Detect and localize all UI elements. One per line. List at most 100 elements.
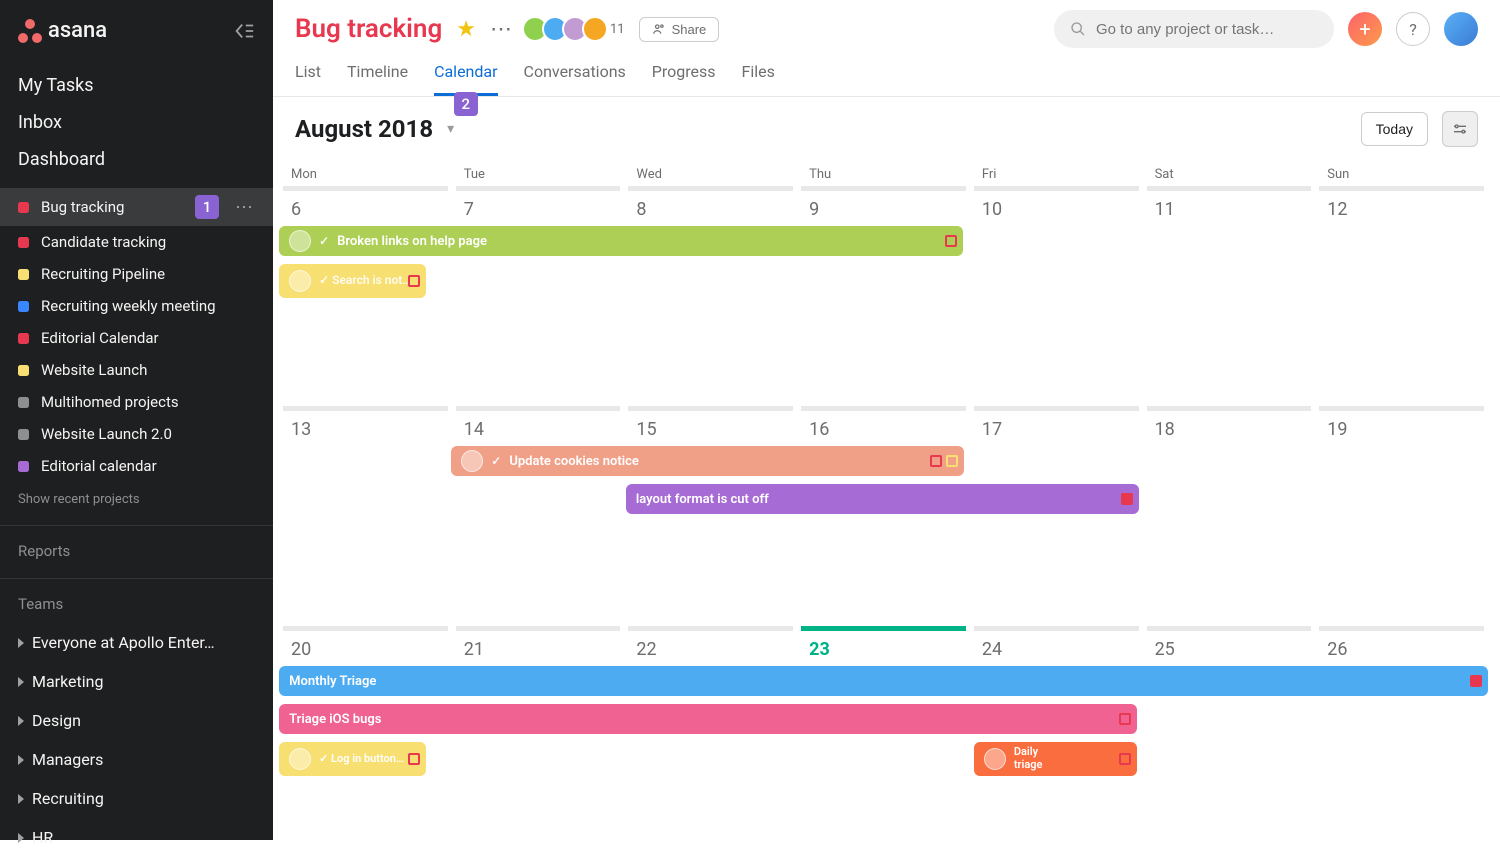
project-item[interactable]: Website Launch 2.0 [0,418,273,450]
today-button[interactable]: Today [1361,112,1428,146]
nav-my-tasks[interactable]: My Tasks [0,67,273,104]
nav-inbox[interactable]: Inbox [0,104,273,141]
assignee-avatar [289,230,311,252]
teams-header: Teams [0,578,273,623]
task-login-button[interactable]: ✓ Log in button… [279,742,426,776]
task-broken-links[interactable]: ✓ Broken links on help page [279,226,963,256]
project-name: Recruiting weekly meeting [41,297,255,315]
logo[interactable]: asana [18,18,107,43]
help-button[interactable]: ? [1396,12,1430,46]
project-more-icon[interactable]: ⋯ [490,17,514,42]
check-icon: ✓ [319,234,329,248]
day-cell[interactable]: 26 [1315,626,1488,826]
tab-progress[interactable]: Progress [652,62,716,96]
main-area: Bug tracking ★ ⋯ 11 Share + ? List Timel… [273,0,1500,840]
assignee-avatar [984,748,1006,770]
tab-files[interactable]: Files [742,62,775,96]
day-cell[interactable]: 19 [1315,406,1488,626]
project-color-dot [18,301,29,312]
star-icon[interactable]: ★ [456,17,476,42]
annotation-badge-2: 2 [454,92,478,116]
team-item[interactable]: Everyone at Apollo Enter… [0,623,273,662]
nav-dashboard[interactable]: Dashboard [0,141,273,178]
day-number: 17 [970,417,1143,448]
task-layout-cutoff[interactable]: layout format is cut off [626,484,1139,514]
project-list: Bug tracking 1 ⋯ Candidate tracking Recr… [0,188,273,482]
search-input[interactable] [1096,21,1318,38]
day-number: 22 [624,637,797,668]
team-item[interactable]: HR [0,818,273,857]
project-color-dot [18,202,29,213]
project-item[interactable]: Editorial calendar [0,450,273,482]
team-item[interactable]: Recruiting [0,779,273,818]
assignee-avatar [289,748,311,770]
reports-header[interactable]: Reports [0,525,273,570]
project-title[interactable]: Bug tracking [295,14,442,44]
search-box[interactable] [1054,10,1334,48]
project-more-icon[interactable]: ⋯ [235,197,255,218]
team-item[interactable]: Marketing [0,662,273,701]
day-cell[interactable]: 11 [1143,186,1316,406]
project-name: Editorial Calendar [41,329,255,347]
quick-add-button[interactable]: + [1348,12,1382,46]
day-number: 23 [797,637,970,668]
project-item-bug-tracking[interactable]: Bug tracking 1 ⋯ [0,188,273,226]
day-cell[interactable]: 10 [970,186,1143,406]
tab-calendar[interactable]: Calendar 2 [434,62,497,96]
day-cell[interactable]: 15 [624,406,797,626]
task-monthly-triage[interactable]: Monthly Triage [279,666,1488,696]
day-number: 6 [279,197,452,228]
day-cell[interactable]: 16 [797,406,970,626]
month-dropdown-icon[interactable]: ▾ [447,121,454,137]
calendar-settings-button[interactable] [1442,111,1478,147]
project-item[interactable]: Editorial Calendar [0,322,273,354]
project-name: Recruiting Pipeline [41,265,255,283]
task-cookies[interactable]: ✓ Update cookies notice [451,446,964,476]
task-triage-ios[interactable]: Triage iOS bugs [279,704,1137,734]
tab-conversations[interactable]: Conversations [524,62,626,96]
day-cell[interactable]: 17 [970,406,1143,626]
task-title: Broken links on help page [337,234,487,249]
day-number: 13 [279,417,452,448]
share-button[interactable]: Share [639,17,720,42]
show-recent-projects-link[interactable]: Show recent projects [0,482,273,517]
day-number: 20 [279,637,452,668]
caret-right-icon [18,833,24,843]
day-cell[interactable]: 12 [1315,186,1488,406]
sidebar-header: asana [0,0,273,67]
day-cell[interactable]: 9 [797,186,970,406]
task-daily-triage[interactable]: Daily triage [974,742,1138,776]
user-avatar[interactable] [1444,12,1478,46]
task-title: ✓ Log in button… [319,753,404,766]
day-cell[interactable]: 13 [279,406,452,626]
project-item[interactable]: Recruiting Pipeline [0,258,273,290]
tag-square-icon [930,455,942,467]
day-number: 7 [452,197,625,228]
sidebar-collapse-icon[interactable] [233,20,255,42]
task-search-not[interactable]: ✓ Search is not… [279,264,426,298]
day-cell[interactable]: 7 [452,186,625,406]
team-label: HR [32,828,53,847]
project-item[interactable]: Website Launch [0,354,273,386]
asana-logo-icon [18,19,42,43]
member-avatars[interactable]: 11 [528,16,625,42]
team-item[interactable]: Design [0,701,273,740]
task-title: Monthly Triage [289,674,376,689]
day-cell[interactable]: 25 [1143,626,1316,826]
project-name: Website Launch [41,361,255,379]
team-item[interactable]: Managers [0,740,273,779]
tab-list[interactable]: List [295,62,321,96]
day-number: 14 [452,417,625,448]
tag-square-icon [1119,753,1131,765]
project-color-dot [18,461,29,472]
project-header: Bug tracking ★ ⋯ 11 Share + ? [273,0,1500,48]
project-item[interactable]: Recruiting weekly meeting [0,290,273,322]
project-item[interactable]: Candidate tracking [0,226,273,258]
tab-timeline[interactable]: Timeline [347,62,408,96]
day-cell[interactable]: 8 [624,186,797,406]
day-cell[interactable]: 14 [452,406,625,626]
day-number: 25 [1143,637,1316,668]
day-cell[interactable]: 18 [1143,406,1316,626]
project-item[interactable]: Multihomed projects [0,386,273,418]
sidebar: asana My Tasks Inbox Dashboard Bug track… [0,0,273,840]
